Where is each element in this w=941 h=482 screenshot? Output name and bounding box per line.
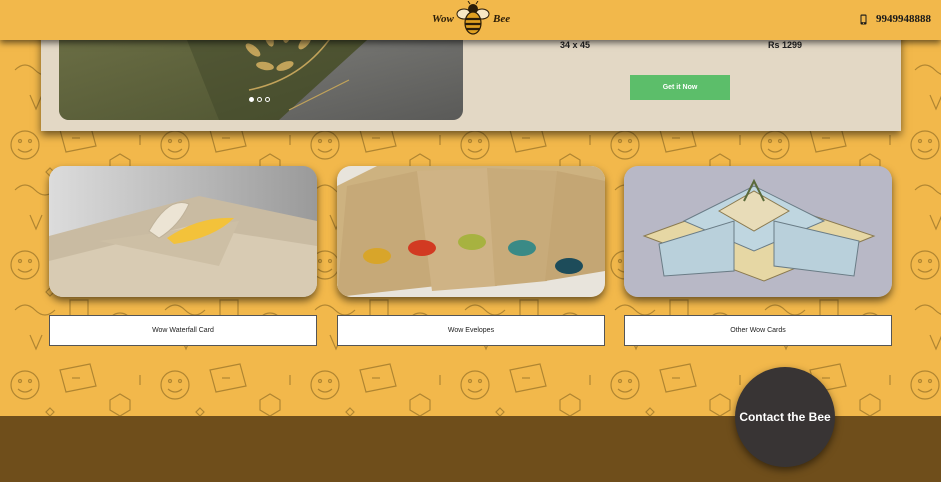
logo[interactable]: Wow Bee xyxy=(430,1,514,37)
slider-dot[interactable] xyxy=(249,97,254,102)
mobile-phone-icon xyxy=(860,14,867,24)
envelopes-card-label[interactable]: Wow Evelopes xyxy=(337,315,605,346)
waterfall-card-photo xyxy=(49,166,317,297)
get-it-now-button[interactable]: Get it Now xyxy=(630,75,730,100)
phone-number: 9949948888 xyxy=(876,13,931,25)
logo-text-right: Bee xyxy=(493,13,511,25)
other-cards-photo xyxy=(624,166,892,297)
slider-dot[interactable] xyxy=(257,97,262,102)
envelopes-photo xyxy=(337,166,605,297)
contact-the-bee-button[interactable]: Contact the Bee xyxy=(735,367,835,467)
site-header: Wow Bee 9949948888 xyxy=(0,0,941,40)
bee-icon xyxy=(456,1,490,35)
product-size: 34 x 45 xyxy=(560,40,591,50)
slider-dot[interactable] xyxy=(265,97,270,102)
waterfall-card-image[interactable] xyxy=(49,166,317,297)
phone-contact[interactable]: 9949948888 xyxy=(860,13,931,25)
product-price: Rs 1299 xyxy=(768,40,803,50)
waterfall-card-label[interactable]: Wow Waterfall Card xyxy=(49,315,317,346)
other-cards-image[interactable] xyxy=(624,166,892,297)
slider-dots xyxy=(249,97,270,102)
envelopes-card-image[interactable] xyxy=(337,166,605,297)
other-cards-label[interactable]: Other Wow Cards xyxy=(624,315,892,346)
logo-text-left: Wow xyxy=(432,13,454,25)
